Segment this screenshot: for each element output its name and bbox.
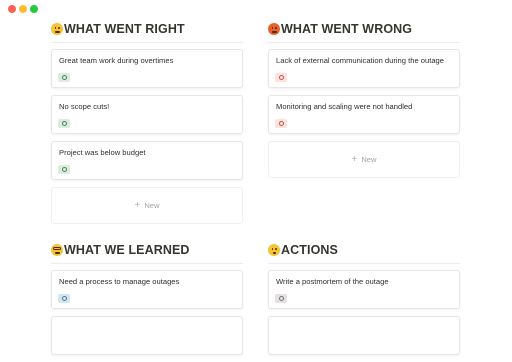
card[interactable]: [268, 316, 460, 355]
circle-icon: [61, 121, 67, 126]
section-title: WHAT WE LEARNED: [64, 243, 190, 257]
maximize-window-button[interactable]: [30, 5, 38, 13]
card-title: Write a postmortem of the outage: [276, 277, 389, 286]
card[interactable]: Project was below budget: [51, 141, 243, 180]
new-card-button[interactable]: + New: [268, 141, 460, 178]
circle-icon: [278, 121, 284, 126]
card-title: Great team work during overtimes: [59, 56, 174, 65]
card[interactable]: Monitoring and scaling were not handled: [268, 95, 460, 134]
section-what-went-right: WHAT WENT RIGHT Great team work during o…: [51, 20, 243, 224]
status-badge: [58, 119, 70, 128]
card[interactable]: Need a process to manage outages: [51, 270, 243, 309]
circle-icon: [61, 75, 67, 80]
card[interactable]: Write a postmortem of the outage: [268, 270, 460, 309]
angry-face-icon: [268, 23, 280, 35]
card[interactable]: Great team work during overtimes: [51, 49, 243, 88]
plus-icon: +: [134, 199, 141, 211]
status-badge: [58, 294, 70, 303]
status-badge: [275, 73, 287, 82]
card[interactable]: No scope cuts!: [51, 95, 243, 134]
card-title: Monitoring and scaling were not handled: [276, 102, 413, 111]
window-titlebar: [0, 0, 512, 18]
section-actions: ACTIONS Write a postmortem of the outage: [268, 241, 460, 362]
status-badge: [275, 119, 287, 128]
status-badge: [58, 73, 70, 82]
new-label: New: [361, 155, 377, 164]
status-badge: [275, 294, 287, 303]
card-title: Lack of external communication during th…: [276, 56, 445, 65]
circle-icon: [278, 296, 284, 301]
nerd-face-icon: [51, 244, 63, 256]
section-title: WHAT WENT RIGHT: [64, 22, 185, 36]
thinking-face-icon: [268, 244, 280, 256]
circle-icon: [278, 75, 284, 80]
circle-icon: [61, 167, 67, 172]
plus-icon: +: [351, 153, 358, 165]
section-what-we-learned: WHAT WE LEARNED Need a process to manage…: [51, 241, 243, 362]
new-card-button[interactable]: + New: [51, 187, 243, 224]
section-title: ACTIONS: [281, 243, 338, 257]
section-header[interactable]: WHAT WE LEARNED: [51, 241, 243, 264]
section-what-went-wrong: WHAT WENT WRONG Lack of external communi…: [268, 20, 460, 178]
minimize-window-button[interactable]: [19, 5, 27, 13]
card[interactable]: [51, 316, 243, 355]
card-title: Project was below budget: [59, 148, 146, 157]
section-header[interactable]: WHAT WENT RIGHT: [51, 20, 243, 43]
slightly-smiling-face-icon: [51, 23, 63, 35]
card[interactable]: Lack of external communication during th…: [268, 49, 460, 88]
section-title: WHAT WENT WRONG: [281, 22, 413, 36]
close-window-button[interactable]: [8, 5, 16, 13]
card-title: Need a process to manage outages: [59, 277, 180, 286]
section-header[interactable]: WHAT WENT WRONG: [268, 20, 460, 43]
section-header[interactable]: ACTIONS: [268, 241, 460, 264]
new-label: New: [144, 201, 160, 210]
circle-icon: [61, 296, 67, 301]
status-badge: [58, 165, 70, 174]
card-title: No scope cuts!: [59, 102, 110, 111]
